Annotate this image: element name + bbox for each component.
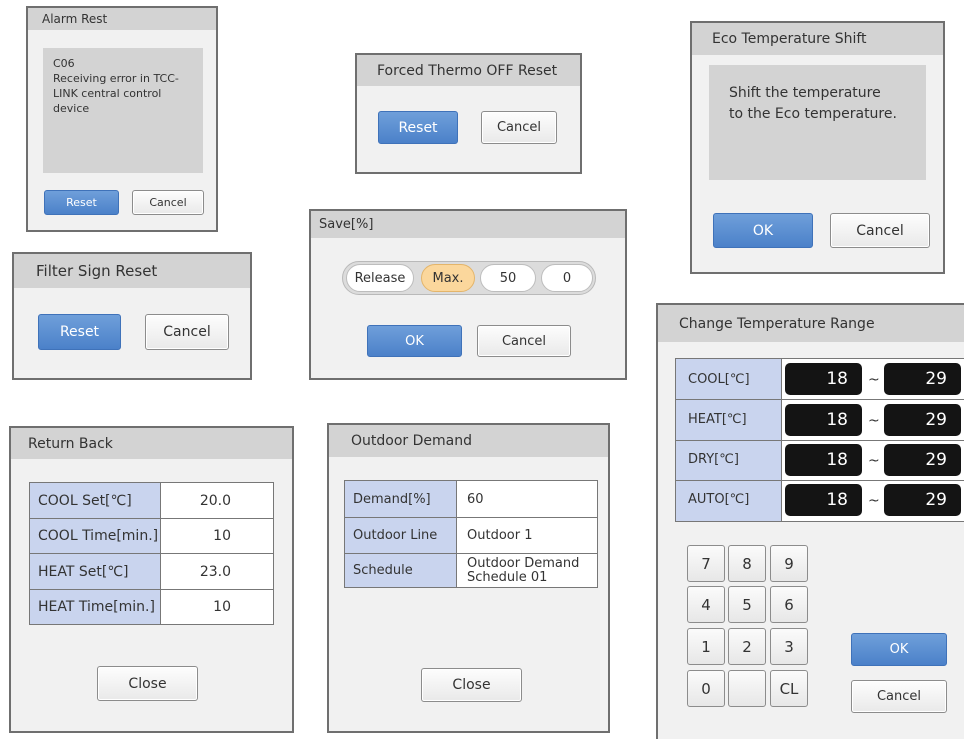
heat-max-field[interactable]: 29 bbox=[884, 404, 961, 436]
forced-thermo-dialog: Forced Thermo OFF Reset Reset Cancel bbox=[355, 53, 582, 174]
cool-max-field[interactable]: 29 bbox=[884, 363, 961, 395]
option-max[interactable]: Max. bbox=[421, 264, 475, 292]
heat-min-field[interactable]: 18 bbox=[785, 404, 862, 436]
row-value[interactable]: 60 bbox=[456, 480, 598, 518]
keypad-key-2[interactable]: 2 bbox=[728, 628, 766, 665]
row-label: Schedule bbox=[344, 553, 457, 588]
ok-button[interactable]: OK bbox=[713, 213, 813, 248]
keypad-key-clear[interactable]: CL bbox=[770, 670, 808, 707]
keypad-key-8[interactable]: 8 bbox=[728, 545, 766, 582]
row-label: HEAT Set[℃] bbox=[29, 553, 161, 590]
row-value[interactable]: 20.0 bbox=[160, 482, 274, 519]
message-line: Shift the temperature bbox=[729, 85, 881, 101]
value-line: Schedule 01 bbox=[467, 569, 548, 585]
dialog-title: Eco Temperature Shift bbox=[692, 23, 943, 55]
keypad-key-6[interactable]: 6 bbox=[770, 586, 808, 623]
message-box: C06 Receiving error in TCC- LINK central… bbox=[43, 48, 203, 173]
dialog-title: Forced Thermo OFF Reset bbox=[357, 55, 580, 86]
row-value[interactable]: 10 bbox=[160, 518, 274, 554]
keypad-key-blank[interactable] bbox=[728, 670, 766, 707]
row-label: HEAT Time[min.] bbox=[29, 589, 161, 625]
row-value[interactable]: Outdoor Demand Schedule 01 bbox=[456, 553, 598, 588]
table-row: COOL Time[min.] 10 bbox=[29, 518, 274, 554]
return-back-table: COOL Set[℃] 20.0 COOL Time[min.] 10 HEAT… bbox=[29, 482, 274, 625]
row-value[interactable]: 23.0 bbox=[160, 553, 274, 590]
row-label: COOL[℃] bbox=[688, 372, 750, 387]
range-separator: ~ bbox=[868, 372, 880, 388]
alarm-code: C06 bbox=[53, 57, 75, 70]
option-0[interactable]: 0 bbox=[541, 264, 593, 292]
dialog-title: Save[%] bbox=[311, 211, 625, 238]
dry-min-field[interactable]: 18 bbox=[785, 444, 862, 476]
message-line: to the Eco temperature. bbox=[729, 106, 897, 122]
keypad-key-0[interactable]: 0 bbox=[687, 670, 725, 707]
ok-button[interactable]: OK bbox=[367, 325, 462, 357]
ok-button[interactable]: OK bbox=[851, 633, 947, 666]
outdoor-demand-table: Demand[%] 60 Outdoor Line Outdoor 1 Sche… bbox=[344, 480, 598, 588]
cancel-button[interactable]: Cancel bbox=[145, 314, 229, 350]
message-line: device bbox=[53, 102, 90, 115]
range-separator: ~ bbox=[868, 493, 880, 509]
cancel-button[interactable]: Cancel bbox=[481, 111, 557, 144]
alarm-reset-dialog: Alarm Rest C06 Receiving error in TCC- L… bbox=[26, 6, 218, 232]
outdoor-demand-dialog: Outdoor Demand Demand[%] 60 Outdoor Line… bbox=[327, 423, 610, 733]
row-label: HEAT[℃] bbox=[688, 412, 747, 427]
dialog-title: Outdoor Demand bbox=[329, 425, 608, 457]
table-row: Demand[%] 60 bbox=[344, 480, 598, 518]
keypad-key-4[interactable]: 4 bbox=[687, 586, 725, 623]
row-divider bbox=[676, 480, 964, 481]
range-separator: ~ bbox=[868, 453, 880, 469]
return-back-dialog: Return Back COOL Set[℃] 20.0 COOL Time[m… bbox=[9, 426, 294, 733]
cancel-button[interactable]: Cancel bbox=[477, 325, 571, 357]
eco-shift-dialog: Eco Temperature Shift Shift the temperat… bbox=[690, 21, 945, 274]
keypad-key-3[interactable]: 3 bbox=[770, 628, 808, 665]
option-50[interactable]: 50 bbox=[480, 264, 536, 292]
range-separator: ~ bbox=[868, 413, 880, 429]
close-button[interactable]: Close bbox=[421, 668, 522, 702]
reset-button[interactable]: Reset bbox=[38, 314, 121, 350]
row-label: AUTO[℃] bbox=[688, 492, 750, 507]
row-label: DRY[℃] bbox=[688, 452, 739, 467]
dialog-title: Filter Sign Reset bbox=[14, 254, 250, 288]
cancel-button[interactable]: Cancel bbox=[132, 190, 204, 215]
table-row: Outdoor Line Outdoor 1 bbox=[344, 517, 598, 554]
table-row: HEAT Set[℃] 23.0 bbox=[29, 553, 274, 590]
cancel-button[interactable]: Cancel bbox=[851, 680, 947, 713]
save-dialog: Save[%] Release Max. 50 0 OK Cancel bbox=[309, 209, 627, 380]
cool-min-field[interactable]: 18 bbox=[785, 363, 862, 395]
cancel-button[interactable]: Cancel bbox=[830, 213, 930, 248]
auto-max-field[interactable]: 29 bbox=[884, 484, 961, 516]
keypad-key-9[interactable]: 9 bbox=[770, 545, 808, 582]
value-line: Outdoor Demand bbox=[467, 555, 580, 571]
row-divider bbox=[676, 399, 964, 400]
filter-sign-dialog: Filter Sign Reset Reset Cancel bbox=[12, 252, 252, 380]
message-line: LINK central control bbox=[53, 87, 162, 100]
row-label: Demand[%] bbox=[344, 480, 457, 518]
dialog-title: Change Temperature Range bbox=[658, 305, 964, 342]
row-value[interactable]: Outdoor 1 bbox=[456, 517, 598, 554]
row-label: COOL Time[min.] bbox=[29, 518, 161, 554]
keypad-key-5[interactable]: 5 bbox=[728, 586, 766, 623]
reset-button[interactable]: Reset bbox=[44, 190, 119, 215]
row-divider bbox=[676, 440, 964, 441]
dialog-title: Return Back bbox=[11, 428, 292, 459]
row-label: COOL Set[℃] bbox=[29, 482, 161, 519]
message-box: Shift the temperature to the Eco tempera… bbox=[709, 65, 926, 180]
row-value[interactable]: 10 bbox=[160, 589, 274, 625]
keypad-key-7[interactable]: 7 bbox=[687, 545, 725, 582]
temp-range-dialog: Change Temperature Range COOL[℃] HEAT[℃]… bbox=[656, 303, 964, 739]
table-row: COOL Set[℃] 20.0 bbox=[29, 482, 274, 519]
dry-max-field[interactable]: 29 bbox=[884, 444, 961, 476]
row-label: Outdoor Line bbox=[344, 517, 457, 554]
table-row: Schedule Outdoor Demand Schedule 01 bbox=[344, 553, 598, 588]
dialog-title: Alarm Rest bbox=[28, 8, 216, 30]
message-line: Receiving error in TCC- bbox=[53, 72, 179, 85]
close-button[interactable]: Close bbox=[97, 666, 198, 701]
option-release[interactable]: Release bbox=[346, 264, 414, 292]
keypad-key-1[interactable]: 1 bbox=[687, 628, 725, 665]
table-row: HEAT Time[min.] 10 bbox=[29, 589, 274, 625]
auto-min-field[interactable]: 18 bbox=[785, 484, 862, 516]
reset-button[interactable]: Reset bbox=[378, 111, 458, 144]
